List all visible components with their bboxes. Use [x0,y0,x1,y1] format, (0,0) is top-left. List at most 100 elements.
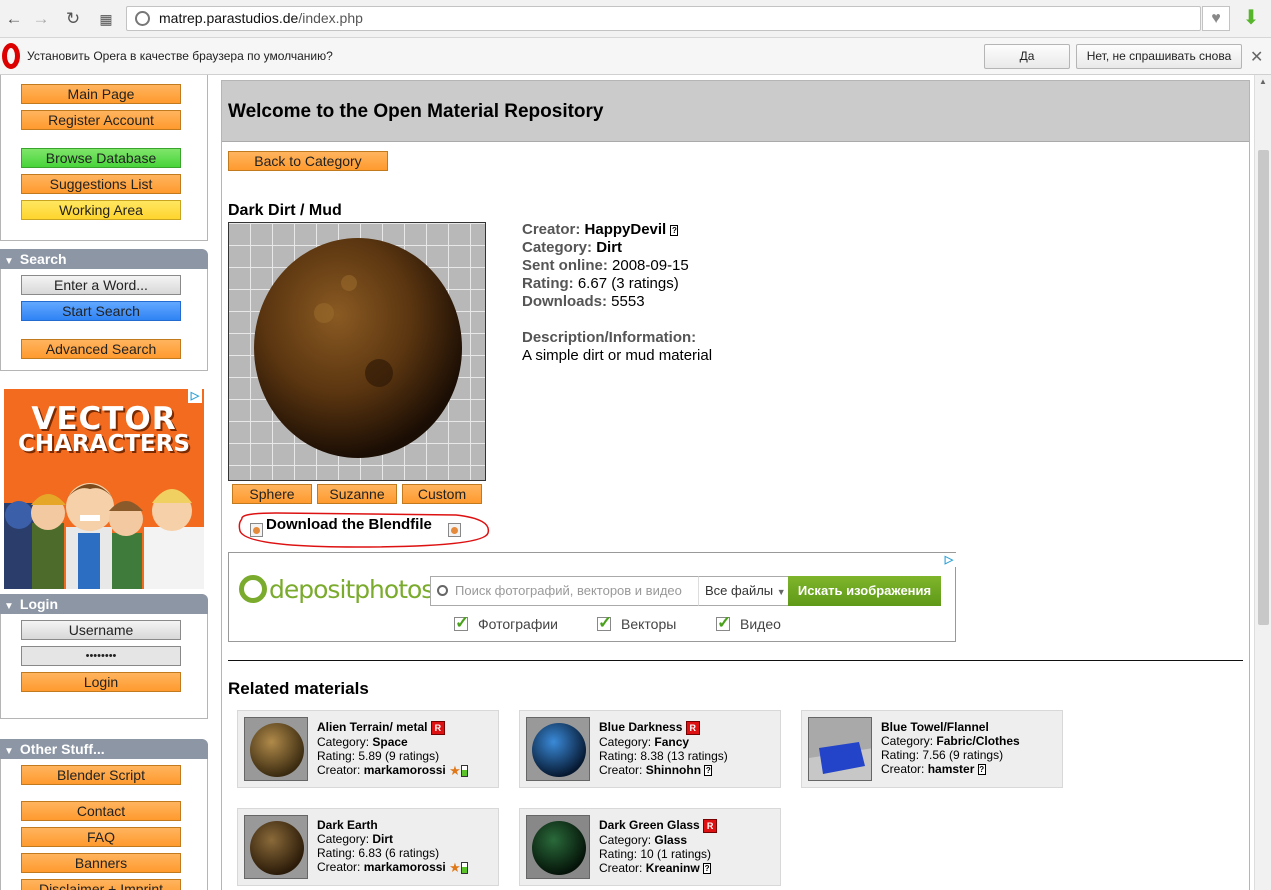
related-card[interactable]: Dark Green Glass R Category: Glass Ratin… [519,808,781,886]
username-field[interactable]: Username [21,620,181,640]
search-header: ▼ Search [0,249,208,269]
forward-arrow-icon[interactable]: → [30,8,52,30]
checkbox-icon [716,613,731,633]
infobar-close-icon[interactable]: ✕ [1250,47,1263,67]
bookmark-heart-icon[interactable]: ♥ [1202,6,1230,31]
r-badge-icon: R [703,818,718,833]
material-thumbnail[interactable] [244,815,308,879]
banners-button[interactable]: Banners [21,853,181,873]
contact-button[interactable]: Contact [21,801,181,821]
related-card[interactable]: Blue Darkness R Category: Fancy Rating: … [519,710,781,788]
back-arrow-icon[interactable]: ← [3,8,25,30]
category-label: Category: [522,239,593,256]
dp-file-type-select[interactable]: Все файлы ▼ [698,576,789,606]
category-value[interactable]: Fabric/Clothes [936,734,1019,748]
info-icon[interactable]: ? [670,224,679,236]
scroll-thumb[interactable] [1258,150,1269,625]
creator-name[interactable]: hamster [928,762,975,776]
default-browser-infobar: Установить Opera в качестве браузера по … [0,38,1271,75]
related-card[interactable]: Dark Earth Category: Dirt Rating: 6.83 (… [237,808,499,886]
material-name[interactable]: Dark Green Glass [599,818,700,832]
infobar-yes-button[interactable]: Да [984,44,1070,69]
creator-label: Creator: [317,860,361,874]
suzanne-preview-button[interactable]: Suzanne [317,484,397,504]
disclaimer-button[interactable]: Disclaimer + Imprint [21,879,181,890]
password-field[interactable]: •••••••• [21,646,181,666]
download-blendfile-text[interactable]: Download the Blendfile [266,516,432,533]
material-name[interactable]: Dark Earth [317,818,378,832]
creator-name[interactable]: markamorossi [364,860,446,874]
custom-preview-button[interactable]: Custom [402,484,482,504]
creator-name[interactable]: Kreaninw [646,861,700,875]
faq-button[interactable]: FAQ [21,827,181,847]
dp-photos-checkbox[interactable]: Фотографии [454,613,558,633]
info-icon[interactable]: ? [703,863,712,875]
material-name[interactable]: Blue Darkness [599,720,682,734]
search-word-input[interactable]: Enter a Word... [21,275,181,295]
speed-dial-icon[interactable]: ▦ [95,8,117,30]
related-card[interactable]: Alien Terrain/ metal R Category: Space R… [237,710,499,788]
suggestions-list-button[interactable]: Suggestions List [21,174,181,194]
dp-vectors-checkbox[interactable]: Векторы [597,613,677,633]
search-title: Search [19,251,67,267]
creator-value[interactable]: HappyDevil [585,221,667,238]
checkbox-icon [597,613,612,633]
sphere-preview-button[interactable]: Sphere [232,484,312,504]
category-value[interactable]: Dirt [596,239,622,256]
creator-name[interactable]: markamorossi [364,763,446,777]
category-value[interactable]: Glass [654,833,687,847]
working-area-button[interactable]: Working Area [21,200,181,220]
related-card[interactable]: Blue Towel/Flannel Category: Fabric/Clot… [801,710,1063,788]
material-thumbnail[interactable] [244,717,308,781]
back-to-category-button[interactable]: Back to Category [228,151,388,171]
rating-text: Rating: 5.89 (9 ratings) [317,748,440,763]
material-thumbnail[interactable] [526,717,590,781]
rating-text: Rating: 7.56 (9 ratings) [881,748,1004,762]
category-value[interactable]: Dirt [372,832,393,846]
info-icon[interactable]: ? [704,765,713,777]
address-bar[interactable]: matrep.parastudios.de/index.php [126,6,1201,31]
dp-video-checkbox[interactable]: Видео [716,613,781,633]
vector-characters-ad[interactable]: VECTOR CHARACTERS ▷ [4,389,204,589]
download-arrow-icon[interactable]: ⬇ [1240,7,1262,29]
start-search-button[interactable]: Start Search [21,301,181,321]
browse-database-button[interactable]: Browse Database [21,148,181,168]
opera-logo-icon [2,43,20,69]
ad-choices-icon[interactable]: ▷ [942,553,956,567]
advanced-search-button[interactable]: Advanced Search [21,339,181,359]
depositphotos-logo: depositphotos [239,575,434,604]
material-thumbnail[interactable] [808,717,872,781]
login-button[interactable]: Login [21,672,181,692]
infobar-no-button[interactable]: Нет, не спрашивать снова [1076,44,1242,69]
search-icon [437,585,448,596]
material-name[interactable]: Alien Terrain/ metal [317,720,427,734]
main-page-button[interactable]: Main Page [21,84,181,104]
download-blendfile-link[interactable]: Download the Blendfile [236,511,492,551]
reload-icon[interactable]: ↻ [62,8,84,30]
dp-search-button[interactable]: Искать изображения [788,576,941,606]
dp-vectors-label: Векторы [621,616,677,632]
creator-label: Creator: [881,762,925,776]
material-thumbnail[interactable] [526,815,590,879]
category-value[interactable]: Fancy [654,735,689,749]
nav-box: Main Page Register Account Browse Databa… [0,75,208,241]
category-value[interactable]: Space [372,735,407,749]
chevron-down-icon: ▼ [776,587,786,597]
cartoon-characters-image [4,483,204,589]
creator-name[interactable]: Shinnohn [646,763,701,777]
info-icon[interactable]: ? [977,764,986,776]
login-title: Login [19,596,59,612]
scroll-up-icon[interactable]: ▲ [1259,77,1267,86]
ad-choices-icon[interactable]: ▷ [188,389,202,403]
register-account-button[interactable]: Register Account [21,110,181,130]
page-scrollbar[interactable]: ▲ [1254,75,1271,890]
browser-toolbar: ← → ↻ ▦ matrep.parastudios.de/index.php … [0,0,1271,38]
creator-label: Creator: [317,762,361,777]
depositphotos-ad[interactable]: depositphotos Поиск фотографий, векторов… [228,552,956,642]
checkbox-icon [454,613,469,633]
blender-script-button[interactable]: Blender Script [21,765,181,785]
downloads-value: 5553 [611,293,645,310]
rating-text: Rating: 8.38 (13 ratings) [599,748,728,763]
site-info-icon[interactable] [135,11,150,26]
material-name[interactable]: Blue Towel/Flannel [881,720,989,734]
